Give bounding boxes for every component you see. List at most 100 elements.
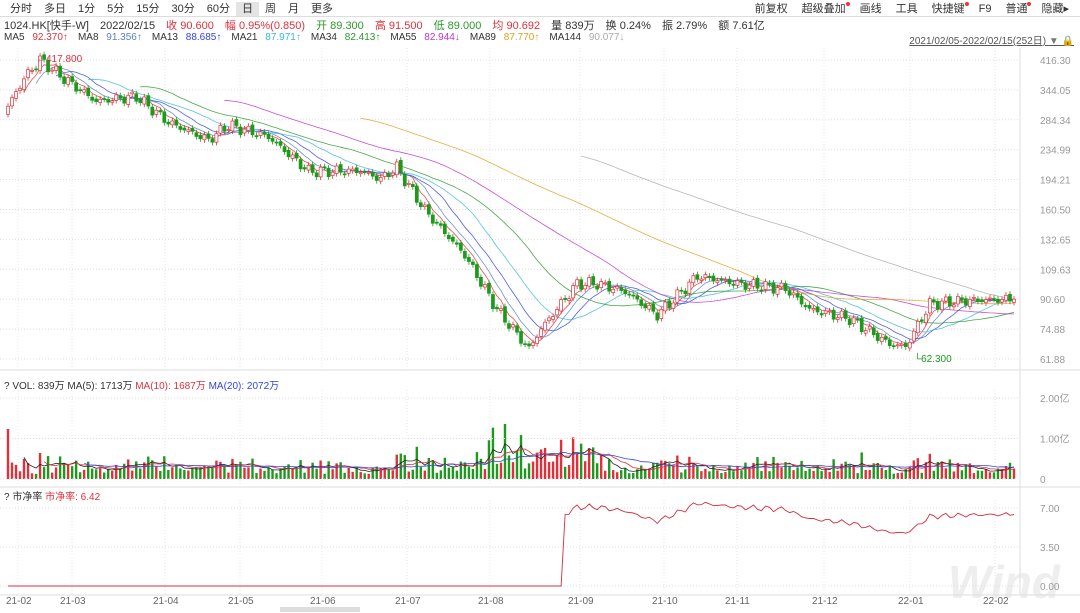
volume-bar	[760, 471, 763, 479]
volume-bar	[808, 468, 811, 479]
volume-bar	[852, 465, 855, 479]
candle-body	[519, 331, 523, 344]
volume-bar	[495, 463, 499, 479]
candle-body	[763, 281, 768, 290]
candle-body	[923, 313, 928, 323]
candle-body	[715, 280, 720, 283]
candle-body	[487, 283, 491, 294]
candle-body	[960, 297, 964, 301]
volume-bar	[343, 472, 346, 479]
candle-body	[1000, 299, 1004, 303]
candle-body	[671, 302, 676, 309]
volume-bar	[255, 473, 258, 479]
candle-body	[290, 154, 295, 159]
volume-bar	[575, 453, 579, 479]
candle-body	[695, 274, 700, 280]
volume-bar	[487, 440, 491, 479]
candle-body	[839, 310, 844, 319]
volume-bar	[960, 470, 964, 479]
volume-bar	[187, 470, 190, 479]
candle-body	[459, 242, 463, 251]
candle-body	[976, 298, 980, 302]
volume-bar	[567, 465, 571, 479]
candle-body	[495, 306, 499, 310]
candle-body	[823, 310, 828, 314]
volume-bar	[948, 459, 952, 479]
candle-body	[362, 171, 367, 174]
candle-body	[687, 281, 692, 294]
candle-body	[507, 323, 511, 329]
candle-body	[603, 282, 608, 285]
candle-body	[767, 282, 772, 285]
volume-bar	[171, 467, 174, 479]
candle-body	[310, 164, 315, 173]
candle-body	[915, 321, 920, 334]
candle-body	[996, 298, 1000, 303]
candle-body	[503, 306, 507, 323]
candle-body	[875, 333, 880, 341]
volume-bar	[90, 468, 94, 479]
volume-bar	[259, 468, 262, 479]
candle-body	[803, 305, 808, 308]
candle-body	[230, 120, 235, 132]
candle-body	[631, 294, 636, 297]
volume-bar	[820, 471, 823, 479]
candle-body	[811, 308, 816, 311]
candle-body	[194, 132, 199, 137]
stock-chart[interactable]: 416.30 344.05 284.34 234.99 194.21 160.50 132.…	[0, 0, 1080, 613]
candle-body	[683, 290, 688, 295]
price-tick: 61.88	[1040, 355, 1065, 366]
candle-body	[555, 309, 559, 316]
candle-body	[26, 69, 30, 78]
volume-bar	[347, 467, 350, 479]
candle-body	[527, 343, 531, 347]
candle-body	[783, 283, 788, 291]
volume-bar	[467, 466, 471, 479]
candle-body	[579, 279, 583, 290]
candle-body	[651, 303, 656, 312]
volume-bar	[700, 471, 703, 479]
candle-body	[639, 299, 644, 306]
candle-body	[158, 110, 163, 113]
volume-bar	[315, 468, 318, 479]
candle-body	[463, 251, 467, 259]
candle-body	[134, 93, 139, 102]
volume-bar	[740, 470, 743, 479]
candle-body	[899, 343, 904, 346]
candle-body	[322, 166, 327, 169]
candle-body	[122, 96, 127, 104]
volume-bar	[784, 462, 787, 479]
volume-bar	[22, 458, 26, 479]
candle-body	[611, 289, 616, 293]
candle-body	[418, 202, 423, 208]
volume-bar	[499, 462, 503, 479]
candle-body	[591, 276, 596, 286]
candle-body	[948, 296, 952, 307]
candle-body	[282, 146, 287, 153]
volume-bar	[183, 469, 186, 479]
volume-bar	[227, 472, 230, 479]
volume-bar	[632, 472, 635, 479]
low-label: └62.300	[914, 352, 952, 365]
candle-body	[571, 285, 575, 299]
volume-bar	[780, 467, 783, 479]
volume-bar	[403, 455, 406, 479]
volume-bar	[539, 449, 543, 479]
candle-body	[907, 342, 912, 349]
volume-bar	[519, 435, 523, 479]
volume-bar	[211, 468, 214, 479]
candle-body	[1004, 294, 1008, 301]
x-tick: 21-04	[153, 596, 179, 607]
volume-bar	[599, 454, 603, 479]
candle-body	[414, 185, 419, 203]
volume-tick: 1.00亿	[1040, 433, 1069, 446]
volume-bar	[18, 471, 22, 479]
volume-bar	[391, 470, 394, 479]
volume-bar	[964, 464, 968, 479]
candle-body	[6, 105, 10, 115]
volume-bar	[924, 462, 928, 479]
volume-bar	[720, 472, 723, 479]
candle-body	[843, 310, 848, 319]
candle-body	[703, 274, 708, 278]
volume-bar	[744, 462, 747, 479]
